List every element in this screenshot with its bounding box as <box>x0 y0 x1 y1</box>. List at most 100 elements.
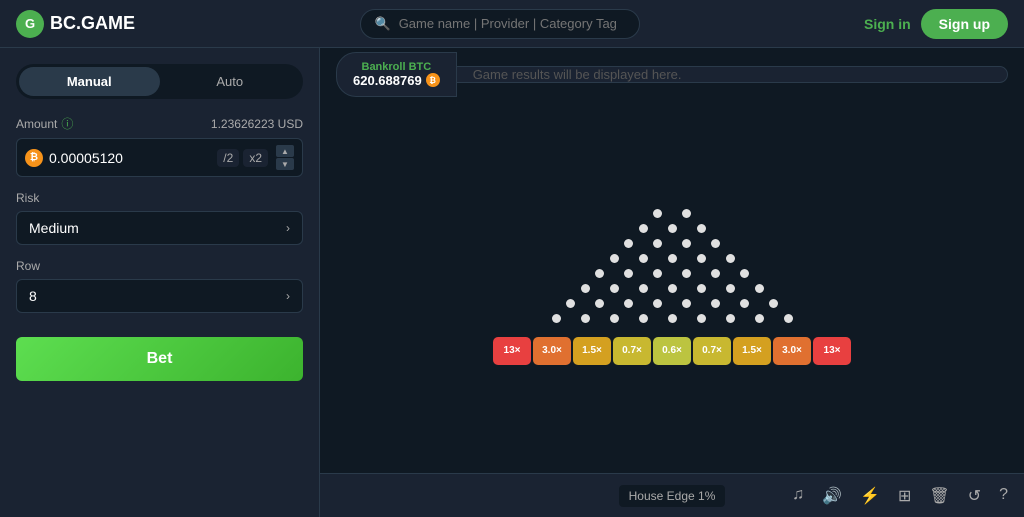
peg <box>595 269 604 278</box>
row-label: Row <box>16 259 303 273</box>
peg <box>581 314 590 323</box>
risk-chevron: › <box>286 221 290 235</box>
main-layout: Manual Auto Amount ⓘ 1.23626223 USD ₿ 0.… <box>0 48 1024 517</box>
bet-button[interactable]: Bet <box>16 337 303 381</box>
amount-left: ₿ 0.00005120 <box>25 149 123 167</box>
peg-row-2 <box>643 209 701 218</box>
peg-row-7 <box>571 284 774 293</box>
risk-section: Risk Medium › <box>16 191 303 245</box>
peg-row-6 <box>585 269 759 278</box>
volume-icon[interactable]: 🔊 <box>822 486 842 506</box>
logo-text: BC.GAME <box>50 13 135 34</box>
row-select[interactable]: 8 › <box>16 279 303 313</box>
bottom-icons: ♫ 🔊 ⚡ ⊞ 🗑 ↺ ? <box>792 486 1008 506</box>
peg <box>711 239 720 248</box>
stepper-up[interactable]: ▲ <box>276 145 294 157</box>
music-icon[interactable]: ♫ <box>792 486 804 506</box>
amount-stepper: ▲ ▼ <box>276 145 294 170</box>
bucket[interactable]: 13× <box>813 337 851 365</box>
logo-area: G BC.GAME <box>16 10 135 38</box>
nav-buttons: Sign in Sign up <box>864 9 1008 39</box>
results-bar: Game results will be displayed here. <box>457 66 1008 83</box>
left-panel: Manual Auto Amount ⓘ 1.23626223 USD ₿ 0.… <box>0 48 320 517</box>
peg <box>726 254 735 263</box>
peg <box>653 239 662 248</box>
peg <box>755 314 764 323</box>
half-button[interactable]: /2 <box>217 149 239 167</box>
bankroll-coin-icon: ₿ <box>426 73 440 87</box>
bankroll-box: Bankroll BTC 620.688769 ₿ <box>336 52 457 97</box>
help-icon[interactable]: ? <box>999 486 1008 506</box>
bankroll-label: Bankroll BTC <box>362 61 432 73</box>
bucket[interactable]: 0.7× <box>693 337 731 365</box>
peg <box>653 269 662 278</box>
peg <box>668 314 677 323</box>
buckets-row: 13×3.0×1.5×0.7×0.6×0.7×1.5×3.0×13× <box>493 337 851 365</box>
amount-usd: 1.23626223 USD <box>211 117 303 131</box>
trash-icon[interactable]: 🗑 <box>929 486 949 506</box>
peg <box>784 314 793 323</box>
refresh-icon[interactable]: ↺ <box>968 486 981 506</box>
bucket[interactable]: 3.0× <box>773 337 811 365</box>
amount-row: ₿ 0.00005120 /2 x2 ▲ ▼ <box>16 138 303 177</box>
peg <box>639 224 648 233</box>
game-header: Bankroll BTC 620.688769 ₿ Game results w… <box>320 48 1024 100</box>
peg <box>711 299 720 308</box>
peg <box>711 269 720 278</box>
lightning-icon[interactable]: ⚡ <box>860 486 880 506</box>
peg <box>755 284 764 293</box>
peg <box>639 284 648 293</box>
peg <box>682 269 691 278</box>
tab-manual[interactable]: Manual <box>19 67 160 96</box>
peg <box>697 254 706 263</box>
peg <box>697 284 706 293</box>
peg <box>639 254 648 263</box>
search-input[interactable] <box>399 16 619 31</box>
info-icon: ⓘ <box>61 115 73 132</box>
signin-button[interactable]: Sign in <box>864 16 911 32</box>
logo-icon: G <box>16 10 44 38</box>
peg <box>726 314 735 323</box>
tabs: Manual Auto <box>16 64 303 99</box>
peg <box>610 284 619 293</box>
peg <box>668 254 677 263</box>
peg <box>697 314 706 323</box>
topnav: G BC.GAME 🔍 Sign in Sign up <box>0 0 1024 48</box>
amount-btc-value: 0.00005120 <box>49 150 123 166</box>
risk-select[interactable]: Medium › <box>16 211 303 245</box>
risk-label: Risk <box>16 191 303 205</box>
bucket[interactable]: 3.0× <box>533 337 571 365</box>
peg <box>624 269 633 278</box>
results-placeholder: Game results will be displayed here. <box>473 67 682 82</box>
grid-icon[interactable]: ⊞ <box>898 486 911 506</box>
peg <box>682 209 691 218</box>
bucket[interactable]: 1.5× <box>733 337 771 365</box>
double-button[interactable]: x2 <box>243 149 268 167</box>
peg <box>610 314 619 323</box>
search-bar[interactable]: 🔍 <box>360 9 640 39</box>
bucket[interactable]: 1.5× <box>573 337 611 365</box>
peg-row-8 <box>556 299 788 308</box>
peg <box>682 239 691 248</box>
peg-row-3 <box>629 224 716 233</box>
bottom-bar: House Edge 1% ♫ 🔊 ⚡ ⊞ 🗑 ↺ ? <box>320 473 1024 517</box>
row-value: 8 <box>29 288 37 304</box>
bucket[interactable]: 0.7× <box>613 337 651 365</box>
stepper-down[interactable]: ▼ <box>276 158 294 170</box>
bucket[interactable]: 13× <box>493 337 531 365</box>
bankroll-value: 620.688769 ₿ <box>353 73 440 88</box>
bucket[interactable]: 0.6× <box>653 337 691 365</box>
game-area: 13×3.0×1.5×0.7×0.6×0.7×1.5×3.0×13× <box>320 100 1024 473</box>
peg <box>624 299 633 308</box>
amount-section: Amount ⓘ 1.23626223 USD ₿ 0.00005120 /2 … <box>16 115 303 177</box>
peg <box>668 224 677 233</box>
peg <box>653 209 662 218</box>
peg <box>682 299 691 308</box>
signup-button[interactable]: Sign up <box>921 9 1008 39</box>
peg <box>726 284 735 293</box>
amount-label: Amount ⓘ 1.23626223 USD <box>16 115 303 132</box>
peg <box>610 254 619 263</box>
peg <box>697 224 706 233</box>
amount-controls: /2 x2 ▲ ▼ <box>217 145 294 170</box>
tab-auto[interactable]: Auto <box>160 67 301 96</box>
